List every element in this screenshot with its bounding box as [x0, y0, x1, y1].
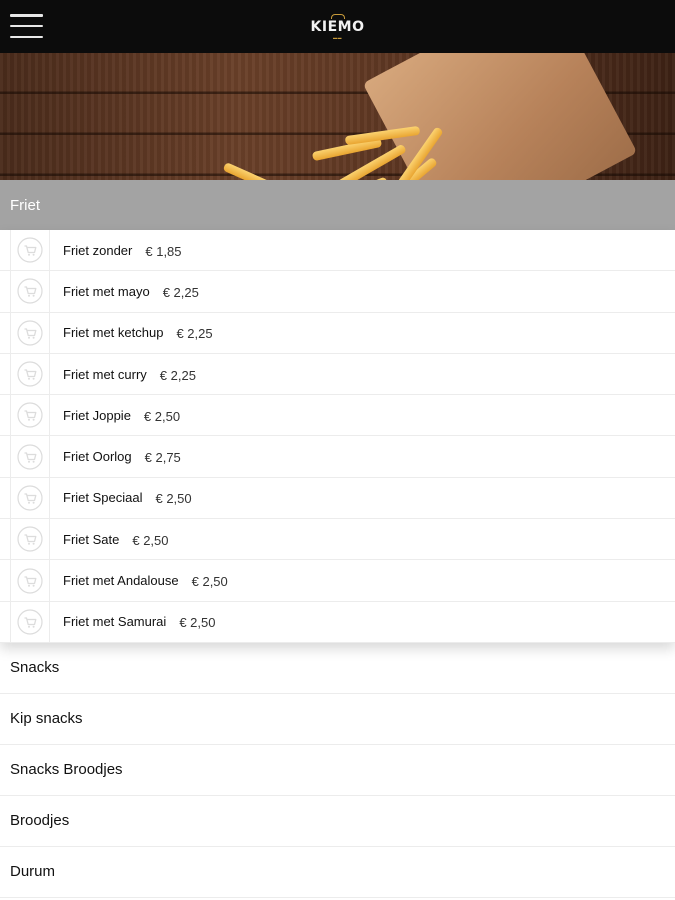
category-item[interactable]: Snacks Broodjes — [0, 745, 675, 796]
add-to-cart-button[interactable] — [10, 312, 50, 353]
product-price: € 2,50 — [155, 491, 192, 507]
logo-mark — [330, 13, 345, 19]
product-price: € 1,85 — [145, 243, 182, 259]
category-label: Snacks — [10, 659, 60, 677]
add-to-cart-button[interactable] — [10, 230, 50, 271]
product-name: Friet zonder — [63, 242, 133, 258]
product-row[interactable]: Friet met curry € 2,25 — [0, 353, 675, 396]
product-name: Friet Sate — [63, 531, 120, 547]
product-row[interactable]: Friet Joppie € 2,50 — [0, 395, 675, 437]
hamburger-menu-icon[interactable] — [10, 14, 43, 38]
add-to-cart-icon — [17, 485, 43, 511]
product-name: Friet met ketchup — [63, 325, 164, 341]
product-row[interactable]: Friet met ketchup € 2,25 — [0, 312, 675, 354]
product-row[interactable]: Friet met Andalouse € 2,50 — [0, 560, 675, 602]
product-price: € 2,50 — [132, 532, 169, 548]
add-to-cart-button[interactable] — [10, 353, 50, 395]
category-label: Broodjes — [10, 812, 70, 830]
product-row[interactable]: Friet Oorlog € 2,75 — [0, 436, 675, 478]
category-item[interactable]: Broodjes — [0, 796, 675, 847]
add-to-cart-icon — [17, 609, 43, 635]
product-row[interactable]: Friet Sate € 2,50 — [0, 519, 675, 561]
product-name: Friet met mayo — [63, 283, 150, 299]
category-list: Snacks Kip snacks Snacks Broodjes Broodjes D… — [0, 643, 675, 898]
category-header-label: Friet — [10, 196, 40, 214]
add-to-cart-icon — [17, 444, 43, 470]
fry — [222, 162, 278, 180]
add-to-cart-button[interactable] — [10, 560, 50, 601]
hamburger-line — [10, 14, 43, 17]
add-to-cart-icon — [17, 278, 43, 305]
add-to-cart-icon — [17, 361, 43, 387]
top-bar: KIEMO ▬▬ — [0, 0, 675, 53]
product-name: Friet met Andalouse — [63, 573, 179, 589]
add-to-cart-icon — [17, 320, 43, 346]
brand-name: KIEMO — [310, 18, 365, 35]
hero-banner-image — [0, 53, 675, 180]
add-to-cart-button[interactable] — [10, 395, 50, 436]
add-to-cart-button[interactable] — [10, 271, 50, 312]
product-name: Friet Speciaal — [63, 490, 143, 506]
add-to-cart-button[interactable] — [10, 477, 50, 519]
brand-logo[interactable]: KIEMO ▬▬ — [310, 13, 365, 40]
product-row[interactable]: Friet zonder € 1,85 — [0, 230, 675, 272]
category-label: Kip snacks — [10, 710, 83, 728]
product-price: € 2,75 — [144, 450, 181, 466]
logo-underline: ▬▬ — [333, 34, 342, 40]
category-label: Durum — [10, 863, 56, 881]
category-header-friet[interactable]: Friet — [0, 180, 675, 230]
product-name: Friet Joppie — [63, 407, 131, 423]
hamburger-line — [10, 35, 43, 38]
category-label: Snacks Broodjes — [10, 761, 123, 779]
category-item[interactable]: Durum — [0, 847, 675, 898]
product-name: Friet Oorlog — [63, 449, 132, 465]
paper-cone — [362, 53, 638, 180]
add-to-cart-icon — [17, 402, 43, 428]
hamburger-line — [10, 24, 43, 28]
add-to-cart-icon — [17, 237, 43, 263]
product-price: € 2,25 — [159, 367, 196, 383]
product-price: € 2,50 — [191, 574, 228, 590]
product-name: Friet met Samurai — [63, 614, 167, 630]
add-to-cart-button[interactable] — [10, 519, 50, 560]
product-price: € 2,25 — [176, 326, 213, 342]
product-price: € 2,50 — [179, 615, 216, 631]
product-list: Friet zonder € 1,85 Friet met mayo € 2,25 Fr… — [0, 230, 675, 643]
add-to-cart-icon — [17, 526, 43, 552]
product-row[interactable]: Friet met Samurai € 2,50 — [0, 601, 675, 643]
add-to-cart-button[interactable] — [10, 436, 50, 477]
category-item[interactable]: Snacks — [0, 643, 675, 694]
product-row[interactable]: Friet Speciaal € 2,50 — [0, 477, 675, 520]
product-price: € 2,25 — [162, 284, 199, 300]
add-to-cart-icon — [17, 567, 43, 594]
add-to-cart-button[interactable] — [10, 601, 50, 642]
product-name: Friet met curry — [63, 366, 147, 382]
product-row[interactable]: Friet met mayo € 2,25 — [0, 271, 675, 313]
product-price: € 2,50 — [143, 408, 181, 424]
category-item[interactable]: Kip snacks — [0, 694, 675, 745]
